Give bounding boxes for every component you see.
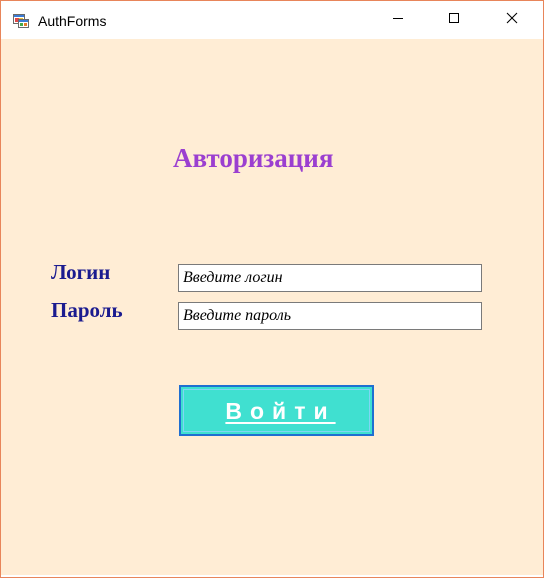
title-bar[interactable]: AuthForms: [1, 1, 543, 39]
form-heading: Авторизация: [173, 143, 334, 173]
login-button-label: Войти: [225, 397, 336, 424]
password-label: Пароль: [51, 298, 123, 322]
close-icon: [506, 11, 518, 29]
auth-window: AuthForms Авторизация Логин Введите логи…: [0, 0, 544, 578]
maximize-icon: [448, 11, 460, 29]
minimize-button[interactable]: [375, 1, 421, 39]
close-button[interactable]: [489, 1, 535, 39]
login-label: Логин: [51, 260, 111, 284]
minimize-icon: [392, 11, 404, 29]
window-title: AuthForms: [38, 13, 107, 29]
form-client-area: Авторизация Логин Пароль Войти: [1, 39, 543, 575]
winforms-app-icon: [13, 12, 29, 28]
login-button[interactable]: Войти: [179, 385, 374, 436]
password-input[interactable]: [178, 302, 482, 330]
login-input[interactable]: [178, 264, 482, 292]
maximize-button[interactable]: [431, 1, 477, 39]
